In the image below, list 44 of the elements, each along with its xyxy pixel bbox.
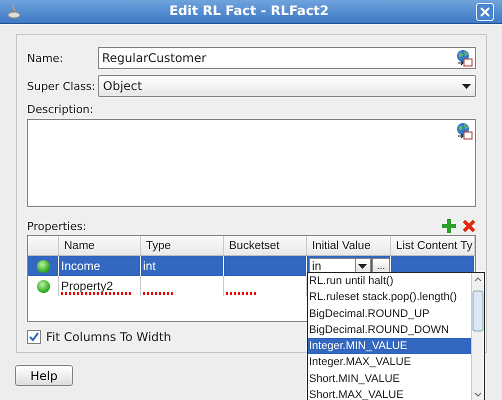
column-header[interactable]: Type [141, 236, 224, 255]
checkbox[interactable] [27, 330, 41, 344]
dropdown-item[interactable]: Integer.MIN_VALUE [308, 338, 471, 354]
table-cell: Property2 [61, 279, 114, 293]
scrollbar[interactable] [471, 273, 484, 400]
check-icon [29, 332, 39, 342]
column-header[interactable]: Bucketset [224, 236, 307, 255]
dropdown-item[interactable]: RL.run until halt() [308, 273, 471, 290]
column-header[interactable]: List Content Ty [391, 236, 475, 255]
name-field[interactable]: RegularCustomer [98, 47, 476, 69]
close-button[interactable] [476, 2, 494, 20]
translate-icon[interactable] [455, 122, 473, 140]
name-label: Name: [27, 52, 64, 64]
error-squiggle [143, 292, 173, 295]
dropdown-arrow-icon [358, 264, 367, 268]
close-icon [480, 6, 490, 16]
super-class-dropdown[interactable]: Object [98, 75, 476, 97]
help-button[interactable]: Help [15, 365, 73, 386]
translate-icon[interactable] [455, 49, 473, 67]
dropdown-arrow-icon [462, 84, 471, 88]
dropdown-item[interactable]: Short.MAX_VALUE [308, 387, 471, 400]
fit-columns-label[interactable]: Fit Columns To Width [46, 330, 172, 344]
error-squiggle [61, 292, 133, 295]
status-dot-icon [36, 280, 50, 292]
dropdown-item[interactable]: Integer.MAX_VALUE [308, 354, 471, 371]
properties-label: Properties: [27, 220, 88, 233]
description-field[interactable] [27, 119, 476, 207]
dropdown-item[interactable]: Short.MIN_VALUE [308, 370, 471, 388]
table-row[interactable]: Income int in ... [28, 256, 475, 276]
dropdown-item[interactable]: BigDecimal.ROUND_UP [308, 306, 471, 322]
delete-icon[interactable] [462, 219, 476, 233]
window-title: Edit RL Fact - RLFact2 [168, 4, 330, 19]
table-cell: Income [61, 259, 100, 273]
dropdown-item[interactable]: RL.ruleset stack.pop().length() [308, 289, 471, 306]
column-header[interactable]: Name [59, 236, 141, 255]
error-squiggle [226, 292, 256, 295]
table-cell: int [143, 259, 156, 273]
description-label: Description: [27, 103, 94, 116]
column-header[interactable]: Initial Value [307, 236, 391, 255]
coffee-cup-icon [6, 4, 22, 20]
super-class-label: Super Class: [27, 80, 96, 92]
add-icon[interactable] [442, 219, 456, 233]
dropdown-item[interactable]: BigDecimal.ROUND_DOWN [308, 322, 471, 338]
status-dot-icon [36, 260, 50, 272]
